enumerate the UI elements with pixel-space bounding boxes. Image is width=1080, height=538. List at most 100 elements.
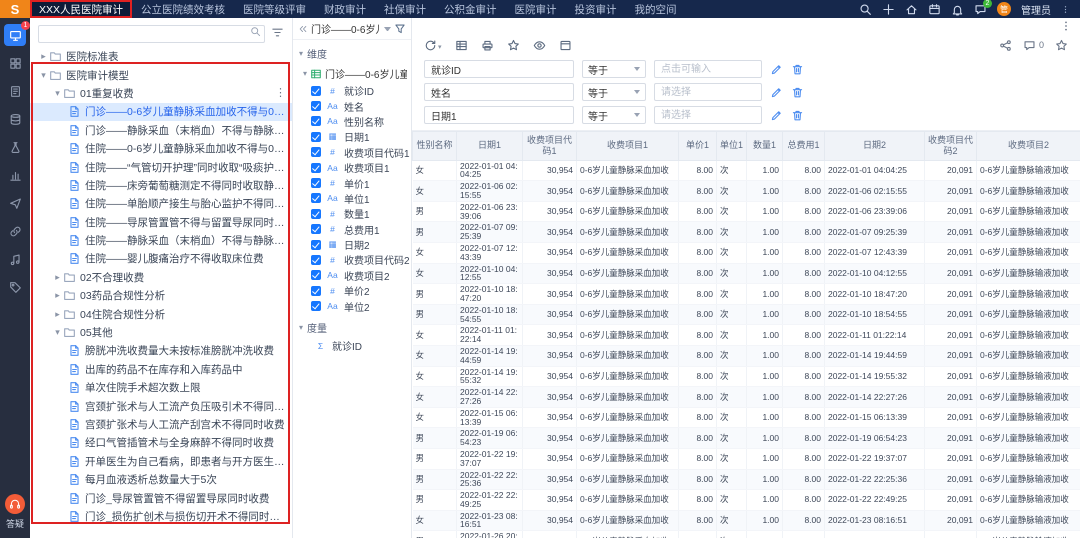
tree-caret-icon[interactable]	[52, 328, 63, 337]
toolbar-icon-button[interactable]	[507, 39, 520, 52]
field-item[interactable]: ▦ 日期1	[293, 129, 411, 144]
filter-operator-select[interactable]: 等于	[582, 83, 646, 101]
toolbar-icon-button[interactable]	[455, 39, 468, 52]
tree-item[interactable]: 住院——单胎顺产接生与胎心监护不得同时收费 ⋮	[30, 195, 292, 213]
table-row[interactable]: 男 2022-01-10 18:54:55 30,954 0-6岁儿童静脉采血加收 8.…	[412, 304, 1080, 326]
field-checkbox[interactable]	[311, 301, 321, 312]
avatar[interactable]: 管	[997, 2, 1011, 16]
column-header[interactable]: 单位1	[716, 131, 747, 161]
field-checkbox[interactable]	[311, 239, 321, 250]
caret-down-icon[interactable]	[384, 26, 391, 31]
column-header[interactable]: 收费项目代码2	[924, 131, 977, 161]
measure-item[interactable]: Σ 就诊ID	[293, 338, 411, 354]
filter-field-input[interactable]	[424, 83, 574, 101]
topbar-tab[interactable]: 社保审计	[375, 0, 435, 18]
filter-value-input[interactable]	[654, 60, 762, 78]
delete-icon[interactable]	[791, 86, 804, 99]
tree-item[interactable]: 住院——床旁葡萄糖测定不得同时收取静脉采血（末梢血） ⋮	[30, 176, 292, 194]
tree-item[interactable]: 每月血液透析总数量大于5次 ⋮	[30, 470, 292, 488]
table-row[interactable]: 女 2022-01-15 06:13:39 30,954 0-6岁儿童静脉采血加收 8.…	[412, 407, 1080, 429]
more-icon[interactable]: ⋮	[275, 87, 286, 99]
edit-icon[interactable]	[770, 109, 783, 122]
column-header[interactable]: 单价1	[678, 131, 717, 161]
delete-icon[interactable]	[791, 63, 804, 76]
tree-item[interactable]: 住院——“气管切开护理”同时收取“吸痰护理”费用 ⋮	[30, 158, 292, 176]
table-row[interactable]: 男 2022-01-22 22:49:25 30,954 0-6岁儿童静脉采血加收 8.…	[412, 489, 1080, 511]
topbar-action-icon[interactable]	[882, 3, 895, 16]
tree-item[interactable]: 医院审计模型 ⋮	[30, 66, 292, 84]
field-checkbox[interactable]	[311, 101, 321, 112]
tree-item[interactable]: 膀胱冲洗收费量大未按标准膀胱冲洗收费 ⋮	[30, 342, 292, 360]
tree-item[interactable]: 门诊_损伤扩创术与损伤切开术不得同时收费 ⋮	[30, 507, 292, 525]
filter-value-input[interactable]	[654, 106, 762, 124]
field-checkbox[interactable]	[311, 85, 321, 96]
dataset-node[interactable]: 门诊——0-6岁儿童静脉采...	[293, 64, 411, 83]
table-row[interactable]: 女 2022-01-14 22:27:26 30,954 0-6岁儿童静脉采血加收 8.…	[412, 386, 1080, 408]
topbar-tab[interactable]: 医院审计	[506, 0, 566, 18]
field-checkbox[interactable]	[311, 224, 321, 235]
table-row[interactable]: 女 2022-01-14 19:44:59 30,954 0-6岁儿童静脉采血加收 8.…	[412, 345, 1080, 367]
column-header[interactable]: 日期2	[824, 131, 925, 161]
tree-item[interactable]: 出库的药品不在库存和入库药品中 ⋮	[30, 360, 292, 378]
tree-item[interactable]: 医院标准表 ⋮	[30, 48, 292, 66]
tree-item[interactable]: 03药品合规性分析 ⋮	[30, 287, 292, 305]
filter-operator-select[interactable]: 等于	[582, 106, 646, 124]
field-checkbox[interactable]	[311, 254, 321, 265]
edit-icon[interactable]	[770, 86, 783, 99]
column-header[interactable]: 总费用1	[782, 131, 825, 161]
filter-field-input[interactable]	[424, 60, 574, 78]
filter-field-input[interactable]	[424, 106, 574, 124]
table-row[interactable]: 男 2022-01-06 23:39:06 30,954 0-6岁儿童静脉采血加收 8.…	[412, 201, 1080, 223]
table-row[interactable]: 女 2022-01-11 01:22:14 30,954 0-6岁儿童静脉采血加收 8.…	[412, 324, 1080, 346]
topbar-action-icon[interactable]: 2	[974, 0, 992, 16]
tree-item[interactable]: 开单医生为自己看病，即患者与开方医生为同一人 ⋮	[30, 452, 292, 470]
table-row[interactable]: 男 2022-01-07 09:25:39 30,954 0-6岁儿童静脉采血加收 8.…	[412, 221, 1080, 243]
field-checkbox[interactable]	[311, 162, 321, 173]
rail-nav-item[interactable]	[4, 108, 26, 130]
caret-down-icon[interactable]	[1061, 5, 1070, 14]
topbar-tab[interactable]: 我的空间	[626, 0, 686, 18]
field-checkbox[interactable]	[311, 116, 321, 127]
rail-nav-item[interactable]	[4, 192, 26, 214]
table-row[interactable]: 男 2022-01-10 18:47:20 30,954 0-6岁儿童静脉采血加收 8.…	[412, 283, 1080, 305]
field-item[interactable]: Aa 单位1	[293, 191, 411, 206]
table-row[interactable]: 女 2022-01-06 02:15:55 30,954 0-6岁儿童静脉采血加收 8.…	[412, 180, 1080, 202]
field-item[interactable]: # 数量1	[293, 206, 411, 221]
table-row[interactable]: 男 2022-01-19 06:54:23 30,954 0-6岁儿童静脉采血加收 8.…	[412, 427, 1080, 449]
rail-nav-item[interactable]	[4, 248, 26, 270]
tree-item[interactable]: 05其他 ⋮	[30, 323, 292, 341]
table-row[interactable]: 男2022-01-26 20:19:0130,9540-6岁儿童静脉采血加收8.…	[412, 530, 1080, 538]
table-row[interactable]: 男 2022-01-22 19:37:07 30,954 0-6岁儿童静脉采血加收 8.…	[412, 448, 1080, 470]
field-item[interactable]: # 就诊ID	[293, 83, 411, 98]
field-item[interactable]: # 收费项目代码2	[293, 252, 411, 267]
tree-caret-icon[interactable]	[38, 71, 49, 80]
tree-caret-icon[interactable]	[52, 273, 63, 282]
field-checkbox[interactable]	[311, 178, 321, 189]
tree-caret-icon[interactable]	[52, 89, 63, 98]
delete-icon[interactable]	[791, 109, 804, 122]
tree-item[interactable]: 经口气管插管术与全身麻醉不得同时收费 ⋮	[30, 434, 292, 452]
field-item[interactable]: Aa 姓名	[293, 98, 411, 114]
tree-item[interactable]: 04住院合规性分析 ⋮	[30, 305, 292, 323]
topbar-action-icon[interactable]	[951, 3, 964, 16]
column-header[interactable]: 收费项目2	[976, 131, 1080, 161]
topbar-tab[interactable]: 财政审计	[315, 0, 375, 18]
field-item[interactable]: Aa 收费项目1	[293, 160, 411, 175]
topbar-tab[interactable]: 投资审计	[566, 0, 626, 18]
field-checkbox[interactable]	[311, 131, 321, 142]
tree-filter-icon[interactable]	[271, 26, 284, 39]
comment-icon[interactable]	[1023, 39, 1036, 52]
topbar-action-icon[interactable]	[859, 3, 872, 16]
rail-nav-item[interactable]	[4, 136, 26, 158]
tree-caret-icon[interactable]	[38, 52, 49, 61]
field-item[interactable]: # 单价2	[293, 283, 411, 298]
field-checkbox[interactable]	[311, 285, 321, 296]
topbar-tab[interactable]: 公立医院绩效考核	[132, 0, 234, 18]
tree-item[interactable]: 01重复收费 ⋮	[30, 84, 292, 102]
toolbar-icon-button[interactable]	[424, 36, 442, 54]
support-button[interactable]	[5, 494, 25, 514]
column-header[interactable]: 数量1	[746, 131, 783, 161]
column-header[interactable]: 日期1	[456, 131, 523, 161]
edit-icon[interactable]	[770, 63, 783, 76]
tree-item[interactable]: 02不合理收费 ⋮	[30, 268, 292, 286]
